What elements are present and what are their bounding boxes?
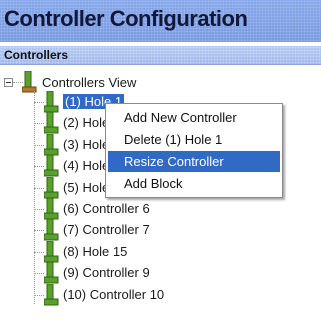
tree-connector <box>34 230 44 232</box>
controller-icon <box>44 91 59 113</box>
tree-item[interactable]: (8) Hole 15 <box>63 243 127 261</box>
tree-connector <box>34 187 44 189</box>
section-title: Controllers <box>4 48 69 62</box>
tree-item[interactable]: (9) Controller 9 <box>63 264 150 282</box>
section-header: Controllers <box>0 46 321 65</box>
controller-icon <box>44 112 59 134</box>
controller-icon <box>44 176 59 199</box>
tree-item[interactable]: (6) Controller 6 <box>63 200 150 218</box>
tree-connector <box>34 273 44 275</box>
controllers-view-icon <box>22 71 37 93</box>
title-bar: Controller Configuration <box>0 0 321 42</box>
tree-connector <box>34 123 44 125</box>
controller-icon <box>44 133 59 156</box>
tree-root-controllers-view[interactable]: Controllers View <box>42 74 136 92</box>
tree-item[interactable]: (10) Controller 10 <box>63 286 164 304</box>
tree-item[interactable]: (7) Controller 7 <box>63 221 150 239</box>
controller-icon <box>44 155 59 177</box>
tree-item-label: (9) Controller 9 <box>63 265 150 281</box>
tree-item-label: (8) Hole 15 <box>63 243 128 259</box>
tree-connector <box>34 294 44 296</box>
controller-icon <box>44 198 59 220</box>
tree-connector <box>34 166 44 168</box>
controller-icon <box>44 219 59 241</box>
controller-icon <box>44 262 59 284</box>
controller-icon <box>44 283 59 306</box>
controller-icon <box>44 240 59 263</box>
collapse-toggle[interactable] <box>4 78 13 87</box>
menu-item-delete-controller[interactable]: Delete (1) Hole 1 <box>108 129 280 150</box>
tree-root-label: Controllers View <box>42 75 137 90</box>
menu-item-add-block[interactable]: Add Block <box>108 173 280 194</box>
tree-connector <box>34 144 44 146</box>
tree-item-label: (6) Controller 6 <box>63 201 150 216</box>
tree-connector <box>34 102 44 103</box>
page-title: Controller Configuration <box>4 6 248 31</box>
tree-connector <box>34 209 44 210</box>
tree-item-label: (7) Controller 7 <box>63 222 150 238</box>
tree-item-label: (10) Controller 10 <box>63 286 165 302</box>
context-menu: Add New Controller Delete (1) Hole 1 Res… <box>105 103 283 198</box>
menu-item-resize-controller[interactable]: Resize Controller <box>108 151 280 172</box>
tree-connector <box>34 251 44 253</box>
menu-item-add-new-controller[interactable]: Add New Controller <box>108 107 280 128</box>
